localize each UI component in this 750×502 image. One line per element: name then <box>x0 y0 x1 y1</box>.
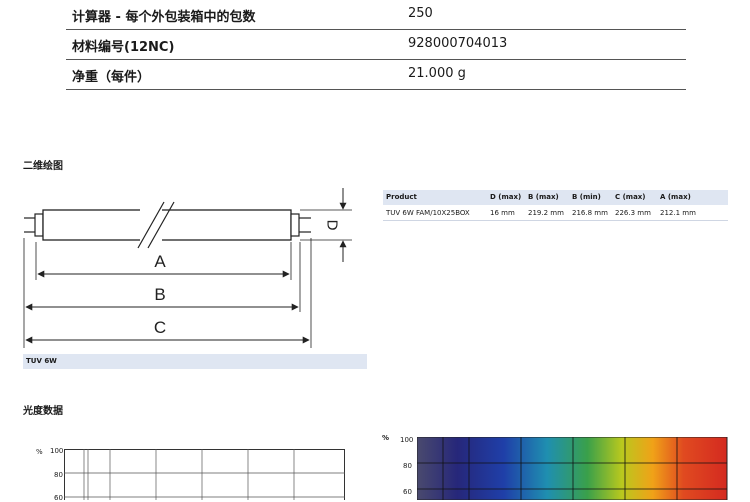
spec-value: 928000704013 <box>408 36 508 51</box>
dimension-label-b: B <box>154 285 165 304</box>
photometric-section-title: 光度数据 <box>23 406 63 417</box>
left-chart-tick-80: 80 <box>54 471 63 479</box>
spec-value: 250 <box>408 6 433 21</box>
table-row: TUV 6W FAM/10X25BOX 16 mm 219.2 mm 216.8… <box>383 206 728 221</box>
left-chart-y-unit: % <box>36 448 43 456</box>
right-chart-spectrum <box>417 437 728 500</box>
spec-table: 计算器 - 每个外包装箱中的包数 250 材料编号(12NC) 92800070… <box>66 0 686 90</box>
drawing-section-title: 二维绘图 <box>23 161 63 172</box>
drawing-caption: TUV 6W <box>26 357 57 365</box>
left-chart-tick-100: 100 <box>50 447 64 455</box>
spec-label: 材料编号(12NC) <box>72 40 175 55</box>
cell-a-max: 212.1 mm <box>660 209 696 217</box>
cell-d-max: 16 mm <box>490 209 515 217</box>
column-header-a-max: A (max) <box>660 193 691 201</box>
cell-c-max: 226.3 mm <box>615 209 651 217</box>
spec-row: 净重（每件） 21.000 g <box>66 60 686 90</box>
column-header-b-min: B (min) <box>572 193 601 201</box>
cell-b-min: 216.8 mm <box>572 209 608 217</box>
column-header-product: Product <box>386 193 417 201</box>
spec-row: 材料编号(12NC) 928000704013 <box>66 30 686 60</box>
right-chart-y-unit: % <box>382 434 390 442</box>
spec-label: 净重（每件） <box>72 70 151 85</box>
cell-b-max: 219.2 mm <box>528 209 564 217</box>
spec-value: 21.000 g <box>408 66 466 81</box>
left-chart-tick-60: 60 <box>54 494 63 502</box>
right-chart-tick-80: 80 <box>403 462 412 470</box>
dimension-label-c: C <box>154 318 166 337</box>
right-chart-tick-60: 60 <box>403 488 412 496</box>
spec-row: 计算器 - 每个外包装箱中的包数 250 <box>66 0 686 30</box>
tube-dimension-drawing: A B C D <box>23 188 352 348</box>
left-chart-grid <box>64 449 345 500</box>
column-header-d-max: D (max) <box>490 193 522 201</box>
product-table-header: Product D (max) B (max) B (min) C (max) … <box>383 190 728 205</box>
right-chart-tick-100: 100 <box>400 436 414 444</box>
spec-label: 计算器 - 每个外包装箱中的包数 <box>72 10 256 25</box>
dimension-label-d: D <box>324 220 341 231</box>
column-header-b-max: B (max) <box>528 193 559 201</box>
column-header-c-max: C (max) <box>615 193 646 201</box>
dimension-label-a: A <box>154 252 166 271</box>
drawing-caption-bar: TUV 6W <box>23 354 367 369</box>
cell-product: TUV 6W FAM/10X25BOX <box>386 209 470 217</box>
